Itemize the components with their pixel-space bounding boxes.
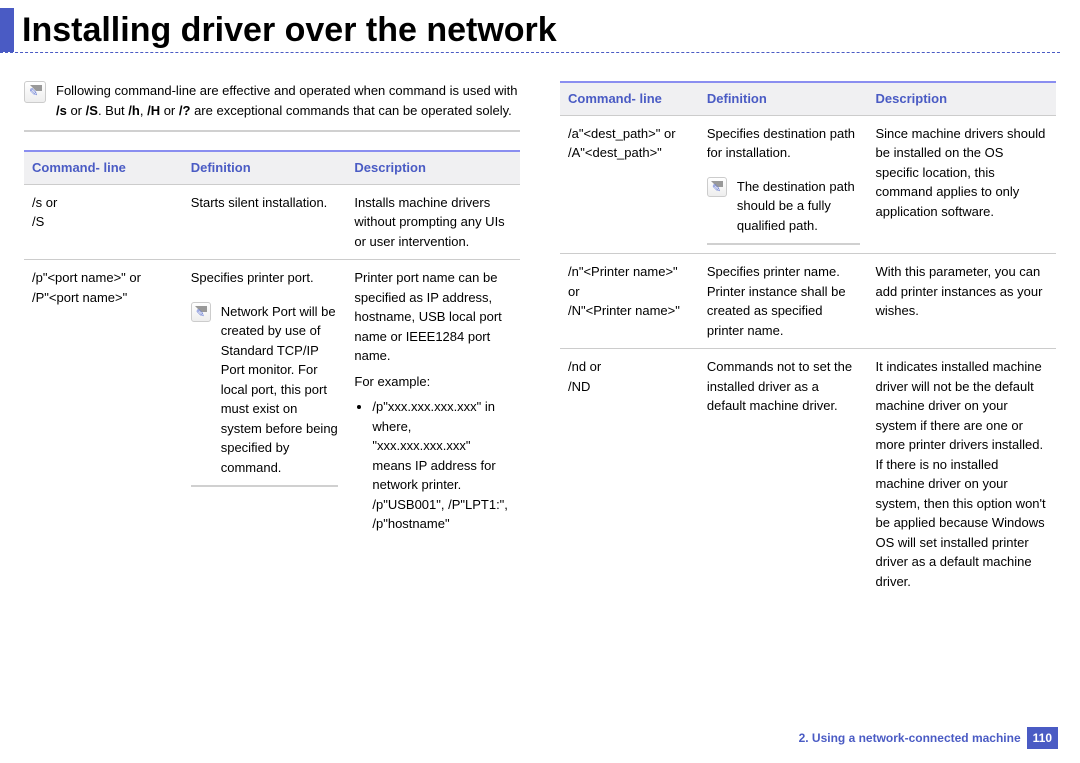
cmd-text: /A"<dest_path>": [568, 143, 691, 163]
cell-description: Printer port name can be specified as IP…: [346, 260, 520, 544]
note-bold: /H: [147, 103, 160, 118]
note-bold: /h: [128, 103, 140, 118]
right-column: Command- line Definition Description /a"…: [560, 81, 1056, 599]
content-area: Following command-line are effective and…: [0, 61, 1080, 599]
page-title: Installing driver over the network: [22, 13, 557, 47]
inner-note: The destination path should be a fully q…: [707, 171, 860, 246]
table-row: /s or /S Starts silent installation. Ins…: [24, 184, 520, 260]
left-table: Command- line Definition Description /s …: [24, 150, 520, 544]
cmd-text: /N"<Printer name>": [568, 301, 691, 321]
cell-command: /n"<Printer name>" or /N"<Printer name>": [560, 254, 699, 349]
note-text-part: or: [67, 103, 86, 118]
cmd-text: /S: [32, 212, 175, 232]
footer-section: 2. Using a network-connected machine: [799, 731, 1021, 745]
th-command: Command- line: [560, 82, 699, 115]
th-command: Command- line: [24, 151, 183, 184]
note-text-part: ,: [140, 103, 147, 118]
page-number: 110: [1027, 727, 1058, 749]
cell-description: Since machine drivers should be installe…: [868, 115, 1057, 254]
desc-text: For example:: [354, 372, 512, 392]
cmd-text: /n"<Printer name>" or: [568, 262, 691, 301]
note-text-part: are exceptional commands that can be ope…: [190, 103, 511, 118]
def-text: Specifies destination path for installat…: [707, 124, 860, 163]
th-definition: Definition: [699, 82, 868, 115]
right-table: Command- line Definition Description /a"…: [560, 81, 1056, 599]
cell-command: /nd or /ND: [560, 349, 699, 600]
intro-note-text: Following command-line are effective and…: [56, 81, 520, 120]
note-bold: /S: [86, 103, 98, 118]
cell-command: /a"<dest_path>" or /A"<dest_path>": [560, 115, 699, 254]
note-icon: [191, 302, 211, 322]
note-icon: [707, 177, 727, 197]
table-header-row: Command- line Definition Description: [24, 151, 520, 184]
left-column: Following command-line are effective and…: [24, 81, 520, 599]
page-header: Installing driver over the network: [0, 0, 1060, 53]
inner-note: Network Port will be created by use of S…: [191, 296, 339, 488]
header-accent-bar: [0, 8, 14, 52]
cmd-text: /P"<port name>": [32, 288, 175, 308]
note-text-part: Following command-line are effective and…: [56, 83, 518, 98]
cell-definition: Specifies printer name. Printer instance…: [699, 254, 868, 349]
cell-description: Installs machine drivers without prompti…: [346, 184, 520, 260]
page-footer: 2. Using a network-connected machine 110: [799, 727, 1058, 749]
th-description: Description: [868, 82, 1057, 115]
note-icon: [24, 81, 46, 103]
cmd-text: /nd or: [568, 357, 691, 377]
cmd-text: /s or: [32, 193, 175, 213]
cmd-text: /p"<port name>" or: [32, 268, 175, 288]
th-definition: Definition: [183, 151, 347, 184]
cell-description: It indicates installed machine driver wi…: [868, 349, 1057, 600]
list-item: /p"xxx.xxx.xxx.xxx" in where, "xxx.xxx.x…: [372, 397, 512, 534]
cmd-text: /ND: [568, 377, 691, 397]
table-row: /a"<dest_path>" or /A"<dest_path>" Speci…: [560, 115, 1056, 254]
note-text-part: . But: [98, 103, 128, 118]
cell-command: /s or /S: [24, 184, 183, 260]
cell-description: With this parameter, you can add printer…: [868, 254, 1057, 349]
note-bold: /s: [56, 103, 67, 118]
note-text-part: or: [160, 103, 179, 118]
inner-note-text: Network Port will be created by use of S…: [221, 302, 339, 478]
table-row: /n"<Printer name>" or /N"<Printer name>"…: [560, 254, 1056, 349]
cell-definition: Specifies printer port. Network Port wil…: [183, 260, 347, 544]
table-header-row: Command- line Definition Description: [560, 82, 1056, 115]
cell-command: /p"<port name>" or /P"<port name>": [24, 260, 183, 544]
cmd-text: /a"<dest_path>" or: [568, 124, 691, 144]
note-bold: /?: [179, 103, 191, 118]
cell-definition: Starts silent installation.: [183, 184, 347, 260]
table-row: /p"<port name>" or /P"<port name>" Speci…: [24, 260, 520, 544]
cell-definition: Commands not to set the installed driver…: [699, 349, 868, 600]
desc-text: Printer port name can be specified as IP…: [354, 268, 512, 366]
desc-list: /p"xxx.xxx.xxx.xxx" in where, "xxx.xxx.x…: [354, 397, 512, 534]
inner-note-text: The destination path should be a fully q…: [737, 177, 860, 236]
table-row: /nd or /ND Commands not to set the insta…: [560, 349, 1056, 600]
th-description: Description: [346, 151, 520, 184]
cell-definition: Specifies destination path for installat…: [699, 115, 868, 254]
def-text: Specifies printer port.: [191, 268, 339, 288]
intro-note: Following command-line are effective and…: [24, 81, 520, 132]
